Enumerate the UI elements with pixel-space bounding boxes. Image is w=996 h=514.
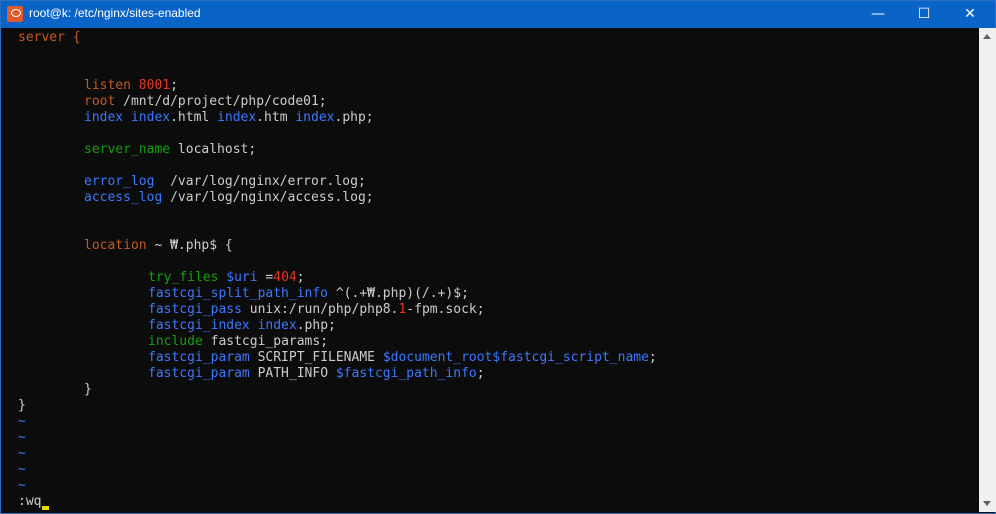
uri-variable: $uri xyxy=(218,270,258,285)
closing-brace: } xyxy=(84,382,92,397)
code-line: try_files $uri =404; xyxy=(148,270,305,286)
text-cursor xyxy=(42,506,50,510)
empty-line-tilde: ~ xyxy=(18,414,26,429)
semicolon: ; xyxy=(170,78,178,93)
code-line: fastcgi_pass unix:/run/php/php8.1-fpm.so… xyxy=(148,302,485,318)
code-line: location ~ ₩.php$ { xyxy=(84,238,233,254)
socket-path: -fpm.sock; xyxy=(406,302,485,317)
fastcgi-param-keyword: fastcgi_param xyxy=(148,366,250,381)
code-line: index index.html index.htm index.php; xyxy=(84,110,374,126)
access-log-keyword: access_log xyxy=(84,190,163,205)
fastcgi-index-keyword: fastcgi_index xyxy=(148,318,250,333)
command-line[interactable]: :wq xyxy=(18,494,50,510)
minimize-button[interactable]: — xyxy=(855,1,901,28)
empty-line-tilde: ~ xyxy=(18,462,26,477)
root-path: /mnt/d/project/php/code01; xyxy=(115,94,327,109)
semicolon: ; xyxy=(648,350,657,365)
code-line: include fastcgi_params; xyxy=(148,334,328,350)
split-path-keyword: fastcgi_split_path_info xyxy=(148,286,329,301)
vim-command: :wq xyxy=(18,494,42,509)
code-line: } xyxy=(84,382,92,398)
try-files-keyword: try_files xyxy=(148,270,219,285)
index-ext: .html xyxy=(170,110,218,125)
error-log-path: /var/log/nginx/error.log; xyxy=(154,174,366,189)
index-name: index xyxy=(295,110,335,125)
code-line: root /mnt/d/project/php/code01; xyxy=(84,94,327,110)
code-line: server_name localhost; xyxy=(84,142,256,158)
socket-path: unix:/run/php/php8. xyxy=(241,302,399,317)
code-line: } xyxy=(18,398,26,414)
split-path-regex: ^(.+₩.php)(/.+)$; xyxy=(328,286,469,301)
root-keyword: root xyxy=(84,94,116,109)
empty-line-tilde: ~ xyxy=(18,430,26,445)
error-log-keyword: error_log xyxy=(84,174,155,189)
code-line: fastcgi_index index.php; xyxy=(148,318,336,334)
semicolon: ; xyxy=(296,270,305,285)
index-name: index xyxy=(130,110,171,125)
include-keyword: include xyxy=(148,334,203,349)
scrollbar-thumb[interactable] xyxy=(982,46,993,492)
semicolon: ; xyxy=(476,366,485,381)
code-line: fastcgi_param PATH_INFO $fastcgi_path_in… xyxy=(148,366,485,382)
index-keyword: index xyxy=(84,110,124,125)
location-pattern: ~ ₩.php$ { xyxy=(146,238,233,253)
access-log-path: /var/log/nginx/access.log; xyxy=(162,190,374,205)
index-name: index xyxy=(249,318,297,333)
scroll-up-arrow-icon[interactable] xyxy=(983,34,991,39)
param-name: PATH_INFO xyxy=(249,366,336,381)
equals: = xyxy=(257,270,274,285)
server-name-keyword: server_name xyxy=(84,142,171,157)
fastcgi-pass-keyword: fastcgi_pass xyxy=(148,302,242,317)
code-line: fastcgi_split_path_info ^(.+₩.php)(/.+)$… xyxy=(148,286,469,302)
vertical-scrollbar[interactable] xyxy=(979,28,996,512)
server-name-value: localhost; xyxy=(170,142,257,157)
server-keyword: server { xyxy=(18,30,81,45)
index-ext: .php; xyxy=(334,110,374,125)
listen-port: 8001 xyxy=(138,78,171,93)
index-name: index xyxy=(217,110,257,125)
close-button[interactable]: ✕ xyxy=(947,1,993,28)
index-ext: .htm xyxy=(256,110,296,125)
code-line: listen 8001; xyxy=(84,78,178,94)
index-ext: .php; xyxy=(296,318,336,333)
window-title: root@k: /etc/nginx/sites-enabled xyxy=(29,6,201,20)
status-404: 404 xyxy=(273,270,297,285)
include-file: fastcgi_params; xyxy=(202,334,329,349)
scroll-down-arrow-icon[interactable] xyxy=(983,501,991,506)
code-line: server { xyxy=(18,30,81,46)
empty-line-tilde: ~ xyxy=(18,478,26,493)
empty-line-tilde: ~ xyxy=(18,446,26,461)
terminal-content[interactable]: server { listen 8001; root /mnt/d/projec… xyxy=(2,28,978,512)
param-name: SCRIPT_FILENAME xyxy=(249,350,383,365)
closing-brace: } xyxy=(18,398,26,413)
param-value: $document_root$fastcgi_script_name xyxy=(382,350,649,365)
code-line: error_log /var/log/nginx/error.log; xyxy=(84,174,366,190)
code-line: access_log /var/log/nginx/access.log; xyxy=(84,190,374,206)
title-bar[interactable]: root@k: /etc/nginx/sites-enabled — ☐ ✕ xyxy=(1,1,995,28)
param-value: $fastcgi_path_info xyxy=(335,366,477,381)
fastcgi-param-keyword: fastcgi_param xyxy=(148,350,250,365)
location-keyword: location xyxy=(84,238,147,253)
maximize-button[interactable]: ☐ xyxy=(901,1,947,28)
code-line: fastcgi_param SCRIPT_FILENAME $document_… xyxy=(148,350,657,366)
listen-keyword: listen xyxy=(84,78,131,93)
ubuntu-app-icon xyxy=(7,6,23,22)
terminal-window: root@k: /etc/nginx/sites-enabled — ☐ ✕ s… xyxy=(0,0,996,514)
